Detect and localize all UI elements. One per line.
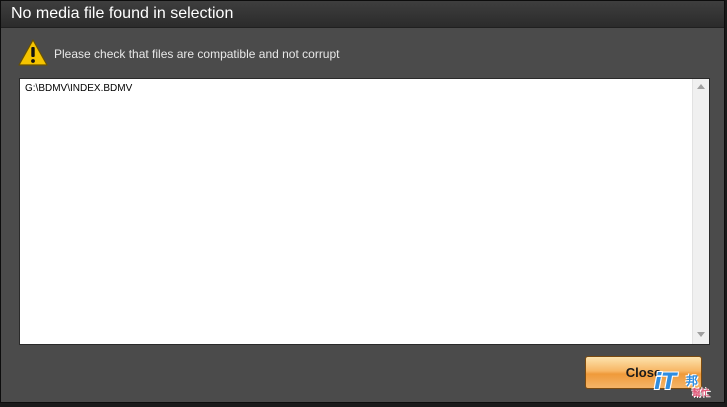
file-list-item[interactable]: G:\BDMV\INDEX.BDMV [25,83,132,95]
dialog-message: Please check that files are compatible a… [54,47,340,61]
warning-icon [18,39,48,66]
scroll-down-arrow-icon[interactable] [693,327,709,344]
vertical-scrollbar[interactable] [692,79,709,344]
watermark-sub: 幫忙 [692,388,711,398]
dialog-title: No media file found in selection [11,5,234,22]
title-bar[interactable]: No media file found in selection [1,1,724,28]
error-dialog: No media file found in selection Please … [0,0,725,403]
scroll-up-arrow-icon[interactable] [693,79,709,96]
file-list[interactable]: G:\BDMV\INDEX.BDMV [19,78,710,345]
watermark-logo: iT 邦 幫忙 [654,366,724,402]
watermark-brand: iT [654,370,677,395]
